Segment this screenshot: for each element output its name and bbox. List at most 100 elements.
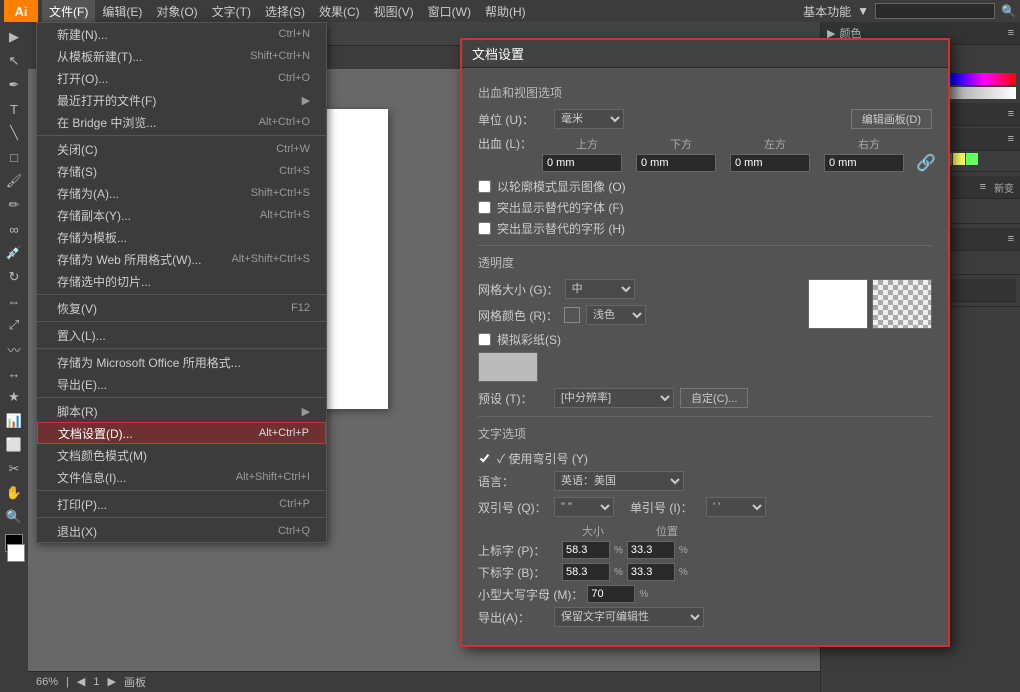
preset-label: 预设 (T)：	[478, 390, 548, 407]
grid-size-select[interactable]: 中	[565, 279, 635, 299]
menu-item-saveclip[interactable]: 存储选中的切片...	[37, 270, 326, 292]
menu-item-revert[interactable]: 恢复(V) F12	[37, 297, 326, 319]
tool-type[interactable]: T	[3, 98, 25, 120]
page-nav-prev[interactable]: ◀	[77, 675, 85, 688]
tool-mirror[interactable]: ⇔	[3, 290, 25, 312]
tool-artboard[interactable]: ⬜	[3, 434, 25, 456]
subscript-pos-input[interactable]	[627, 563, 675, 581]
menu-item-colormode[interactable]: 文档颜色模式(M)	[37, 444, 326, 466]
superscript-pos-input[interactable]	[627, 541, 675, 559]
unit-select[interactable]: 毫米	[554, 109, 624, 129]
bleed-top-input[interactable]	[542, 154, 622, 172]
cb1-outline-mode[interactable]	[478, 180, 491, 193]
menu-view[interactable]: 视图(V)	[367, 0, 421, 22]
tool-pen[interactable]: ✒	[3, 74, 25, 96]
use-quotes-checkbox[interactable]	[478, 452, 491, 465]
tool-pencil[interactable]: ✏	[3, 194, 25, 216]
menu-item-save-shortcut: Ctrl+S	[279, 165, 310, 177]
transparency-controls: 网格大小 (G)： 中 网格颜色 (R)： 浅色 模拟彩纸(S)	[478, 279, 792, 352]
menu-item-print[interactable]: 打印(P)... Ctrl+P	[37, 493, 326, 515]
menu-object[interactable]: 对象(O)	[149, 0, 204, 22]
custom-btn[interactable]: 自定(C)...	[680, 388, 748, 408]
menu-item-saveas[interactable]: 存储为(A)... Shift+Ctrl+S	[37, 182, 326, 204]
menu-item-scripts[interactable]: 脚本(R) ▶	[37, 400, 326, 422]
double-quote-select[interactable]: " "	[554, 497, 614, 517]
menu-item-revert-label: 恢复(V)	[57, 300, 97, 317]
bleed-left-input[interactable]	[730, 154, 810, 172]
appearance-menu[interactable]: ≡	[1008, 233, 1014, 245]
grid-size-row: 网格大小 (G)： 中	[478, 279, 792, 299]
menu-item-savetemplate[interactable]: 存储为模板...	[37, 226, 326, 248]
cb3-highlight-glyph[interactable]	[478, 222, 491, 235]
tool-graph[interactable]: 📊	[3, 410, 25, 432]
color-panel-menu[interactable]: ≡	[1008, 27, 1014, 39]
tool-symbol[interactable]: ★	[3, 386, 25, 408]
menu-item-new-template[interactable]: 从模板新建(T)... Shift+Ctrl+N	[37, 45, 326, 67]
menu-item-new[interactable]: 新建(N)... Ctrl+N	[37, 23, 326, 45]
swatches-menu[interactable]: ≡	[1008, 133, 1014, 145]
swatch-lightyellow[interactable]	[953, 153, 965, 165]
menu-help[interactable]: 帮助(H)	[478, 0, 533, 22]
tool-width[interactable]: ↔	[3, 362, 25, 384]
tool-scale[interactable]: ⤢	[3, 314, 25, 336]
stroke-swatch[interactable]	[7, 544, 25, 562]
color-guide-menu[interactable]: ≡	[1008, 108, 1014, 120]
search-input[interactable]	[875, 3, 995, 19]
tool-eyedropper[interactable]: 💉	[3, 242, 25, 264]
menu-item-msoffice[interactable]: 存储为 Microsoft Office 所用格式...	[37, 351, 326, 373]
menu-item-saveweb[interactable]: 存储为 Web 所用格式(W)... Alt+Shift+Ctrl+S	[37, 248, 326, 270]
swatch-lightgreen[interactable]	[966, 153, 978, 165]
grid-color-swatch[interactable]	[564, 307, 580, 323]
cb4-simulate-paper[interactable]	[478, 333, 491, 346]
export-select[interactable]: 保留文字可编辑性	[554, 607, 704, 627]
menu-window[interactable]: 窗口(W)	[421, 0, 478, 22]
subscript-size-input[interactable]	[562, 563, 610, 581]
menu-file[interactable]: 文件(F)	[42, 0, 95, 22]
link-icon[interactable]: 🔗	[918, 155, 934, 171]
page-nav-next[interactable]: ▶	[107, 675, 115, 688]
menu-item-open[interactable]: 打开(O)... Ctrl+O	[37, 67, 326, 89]
menu-type[interactable]: 文字(T)	[205, 0, 258, 22]
tool-zoom[interactable]: 🔍	[3, 506, 25, 528]
tool-line[interactable]: ╲	[3, 122, 25, 144]
menu-effect[interactable]: 效果(C)	[312, 0, 367, 22]
menu-item-recent[interactable]: 最近打开的文件(F) ▶	[37, 89, 326, 111]
smallcaps-input[interactable]	[587, 585, 635, 603]
menu-item-bridge[interactable]: 在 Bridge 中浏览... Alt+Ctrl+O	[37, 111, 326, 133]
tool-warp[interactable]: 〰	[3, 338, 25, 360]
stroke-menu[interactable]: ≡	[980, 181, 986, 193]
menu-item-docsetup[interactable]: 文档设置(D)... Alt+Ctrl+P	[37, 422, 326, 444]
tool-slice[interactable]: ✂	[3, 458, 25, 480]
tool-rotate[interactable]: ↻	[3, 266, 25, 288]
menu-item-place[interactable]: 置入(L)...	[37, 324, 326, 346]
grid-color-select[interactable]: 浅色	[586, 305, 646, 325]
tool-blend[interactable]: ∞	[3, 218, 25, 240]
cb2-highlight-font[interactable]	[478, 201, 491, 214]
tool-rect[interactable]: □	[3, 146, 25, 168]
menu-item-close[interactable]: 关闭(C) Ctrl+W	[37, 138, 326, 160]
tool-direct-select[interactable]: ↖	[3, 50, 25, 72]
preset-select[interactable]: [中分辨率]	[554, 388, 674, 408]
bleed-right-input[interactable]	[824, 154, 904, 172]
tool-select[interactable]: ▶	[3, 26, 25, 48]
language-select[interactable]: 英语：美国	[554, 471, 684, 491]
cb1-row: 以轮廓模式显示图像 (O)	[478, 178, 932, 195]
menu-bar: Ai 文件(F) 编辑(E) 对象(O) 文字(T) 选择(S) 效果(C) 视…	[0, 0, 1020, 22]
menu-edit[interactable]: 编辑(E)	[95, 0, 149, 22]
edit-artboard-btn[interactable]: 编辑画板(D)	[851, 109, 932, 129]
bleed-bottom-input[interactable]	[636, 154, 716, 172]
smallcaps-pct: %	[639, 589, 648, 600]
tool-hand[interactable]: ✋	[3, 482, 25, 504]
superscript-size-input[interactable]	[562, 541, 610, 559]
menu-item-save[interactable]: 存储(S) Ctrl+S	[37, 160, 326, 182]
menu-item-savecopy[interactable]: 存储副本(Y)... Alt+Ctrl+S	[37, 204, 326, 226]
single-quote-select[interactable]: ' '	[706, 497, 766, 517]
menu-select[interactable]: 选择(S)	[258, 0, 312, 22]
workspace-preset[interactable]: 基本功能	[803, 3, 851, 20]
menu-item-export[interactable]: 导出(E)...	[37, 373, 326, 395]
menu-item-fileinfo[interactable]: 文件信息(I)... Alt+Shift+Ctrl+I	[37, 466, 326, 488]
menu-item-fileinfo-label: 文件信息(I)...	[57, 469, 126, 486]
menu-item-quit[interactable]: 退出(X) Ctrl+Q	[37, 520, 326, 542]
tool-paintbrush[interactable]: 🖌	[3, 170, 25, 192]
zoom-level[interactable]: 66%	[36, 676, 58, 688]
